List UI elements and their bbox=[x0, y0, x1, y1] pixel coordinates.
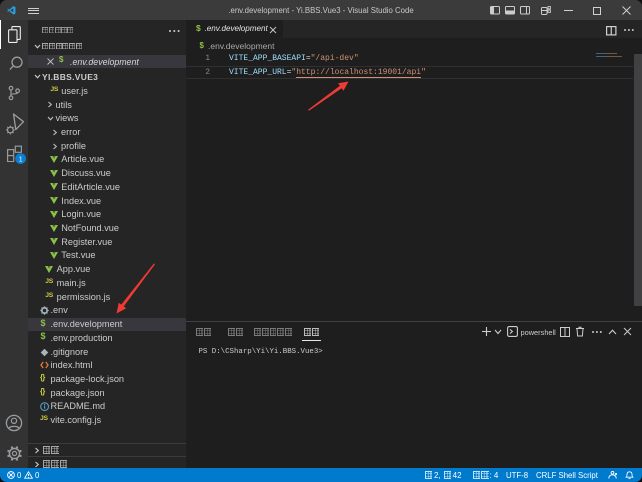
svg-text:1: 1 bbox=[19, 156, 23, 163]
